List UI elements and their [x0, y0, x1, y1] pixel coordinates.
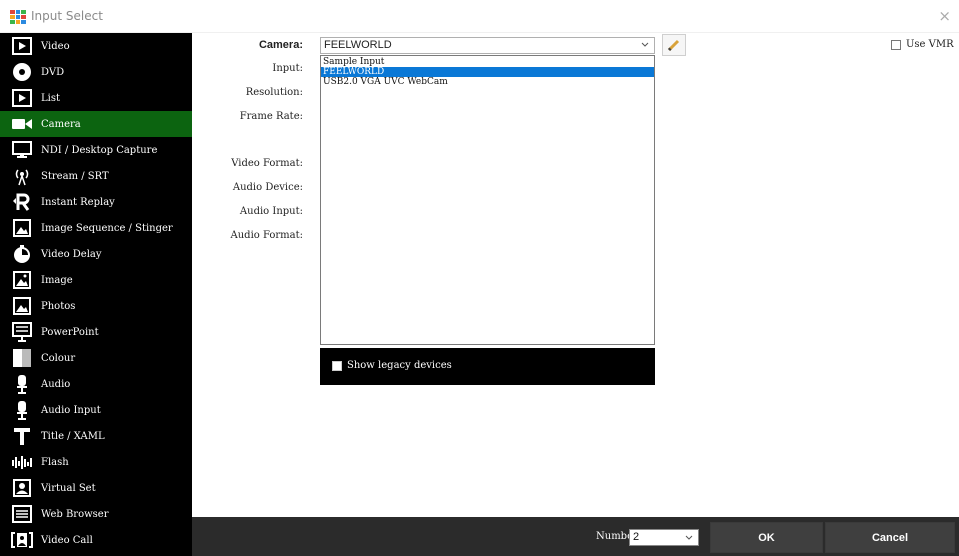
- sidebar-item-label: Photos: [41, 300, 76, 312]
- sidebar-item-label: List: [41, 92, 60, 104]
- sidebar-item-label: Flash: [41, 456, 69, 468]
- sidebar-item-image-sequence-stinger[interactable]: Image Sequence / Stinger: [0, 215, 192, 241]
- colour-icon: [11, 348, 33, 368]
- sidebar-item-title-xaml[interactable]: Title / XAML: [0, 423, 192, 449]
- use-vmr-checkbox[interactable]: [891, 40, 901, 50]
- audio-device-label: Audio Device:: [232, 182, 303, 193]
- sidebar: Video DVD List Camera NDI / Desktop Capt…: [0, 33, 192, 556]
- camera-icon: [11, 114, 33, 134]
- dropdown-option-sample-input[interactable]: Sample Input: [321, 57, 654, 67]
- pencil-icon: [667, 39, 680, 52]
- sidebar-item-label: Web Browser: [41, 508, 109, 520]
- sidebar-item-ndi-desktop-capture[interactable]: NDI / Desktop Capture: [0, 137, 192, 163]
- microphone-input-icon: [11, 400, 33, 420]
- sidebar-item-instant-replay[interactable]: Instant Replay: [0, 189, 192, 215]
- list-icon: [11, 88, 33, 108]
- video-call-icon: [11, 530, 33, 550]
- sidebar-item-flash[interactable]: Flash: [0, 449, 192, 475]
- sidebar-item-virtual-set[interactable]: Virtual Set: [0, 475, 192, 501]
- sidebar-item-label: NDI / Desktop Capture: [41, 144, 158, 156]
- input-label: Input:: [272, 63, 303, 74]
- microphone-icon: [11, 374, 33, 394]
- chevron-down-icon: [685, 535, 693, 540]
- dropdown-option-feelworld[interactable]: FEELWORLD: [321, 67, 654, 77]
- sidebar-item-label: DVD: [41, 66, 65, 78]
- sidebar-item-dvd[interactable]: DVD: [0, 59, 192, 85]
- sidebar-item-powerpoint[interactable]: PowerPoint: [0, 319, 192, 345]
- disc-icon: [11, 62, 33, 82]
- sidebar-item-list[interactable]: List: [0, 85, 192, 111]
- dropdown-option-usb-webcam[interactable]: USB2.0 VGA UVC WebCam: [321, 77, 654, 87]
- number-select[interactable]: 2: [629, 529, 699, 546]
- sidebar-item-label: Colour: [41, 352, 76, 364]
- show-legacy-checkbox[interactable]: [332, 361, 342, 371]
- sidebar-item-label: Camera: [41, 118, 81, 130]
- ok-button[interactable]: OK: [710, 522, 823, 553]
- sidebar-item-video-call[interactable]: Video Call: [0, 527, 192, 553]
- resolution-label: Resolution:: [245, 87, 303, 98]
- sidebar-item-label: Title / XAML: [41, 430, 105, 442]
- cancel-button[interactable]: Cancel: [825, 522, 955, 553]
- sidebar-item-label: PowerPoint: [41, 326, 99, 338]
- sidebar-item-label: Video: [41, 40, 70, 52]
- sidebar-item-video-delay[interactable]: Video Delay: [0, 241, 192, 267]
- sidebar-item-colour[interactable]: Colour: [0, 345, 192, 371]
- sidebar-item-video[interactable]: Video: [0, 33, 192, 59]
- title-bar: Input Select ×: [0, 0, 959, 33]
- number-select-value: 2: [633, 531, 640, 543]
- broadcast-icon: [11, 166, 33, 186]
- audio-format-label: Audio Format:: [230, 230, 304, 241]
- web-browser-icon: [11, 504, 33, 524]
- sidebar-item-label: Video Delay: [41, 248, 102, 260]
- video-icon: [11, 36, 33, 56]
- sidebar-item-web-browser[interactable]: Web Browser: [0, 501, 192, 527]
- sidebar-item-stream-srt[interactable]: Stream / SRT: [0, 163, 192, 189]
- chevron-down-icon: [641, 42, 649, 47]
- use-vmr-label: Use VMR: [906, 39, 954, 50]
- sidebar-item-audio[interactable]: Audio: [0, 371, 192, 397]
- sidebar-item-photos[interactable]: Photos: [0, 293, 192, 319]
- video-format-label: Video Format:: [231, 158, 303, 169]
- sidebar-item-label: Video Call: [41, 534, 93, 546]
- camera-dropdown-list: Sample Input FEELWORLD USB2.0 VGA UVC We…: [320, 55, 655, 345]
- audio-input-label: Audio Input:: [239, 206, 303, 217]
- sidebar-item-label: Virtual Set: [41, 482, 96, 494]
- sidebar-item-audio-input[interactable]: Audio Input: [0, 397, 192, 423]
- show-legacy-label: Show legacy devices: [347, 360, 452, 371]
- camera-select[interactable]: FEELWORLD: [320, 37, 655, 54]
- sidebar-item-image[interactable]: Image: [0, 267, 192, 293]
- sidebar-item-label: Audio: [41, 378, 71, 390]
- sidebar-item-label: Image: [41, 274, 73, 286]
- legacy-devices-panel: Show legacy devices: [320, 348, 655, 385]
- photos-icon: [11, 296, 33, 316]
- flash-icon: [11, 452, 33, 472]
- virtual-set-icon: [11, 478, 33, 498]
- edit-button[interactable]: [662, 34, 686, 56]
- replay-icon: [11, 192, 33, 212]
- camera-select-value: FEELWORLD: [324, 39, 392, 51]
- presentation-icon: [11, 322, 33, 342]
- frame-rate-label: Frame Rate:: [239, 111, 303, 122]
- sidebar-item-label: Instant Replay: [41, 196, 115, 208]
- close-icon[interactable]: ×: [938, 9, 951, 24]
- sidebar-item-label: Stream / SRT: [41, 170, 109, 182]
- image-icon: [11, 270, 33, 290]
- image-sequence-icon: [11, 218, 33, 238]
- title-icon: [11, 426, 33, 446]
- sidebar-item-label: Image Sequence / Stinger: [41, 222, 173, 234]
- window-title: Input Select: [31, 9, 103, 23]
- monitor-icon: [11, 140, 33, 160]
- sidebar-item-label: Audio Input: [41, 404, 101, 416]
- camera-label: Camera:: [258, 39, 303, 51]
- vmix-grid-icon: [10, 10, 26, 24]
- sidebar-item-camera[interactable]: Camera: [0, 111, 192, 137]
- timer-icon: [11, 244, 33, 264]
